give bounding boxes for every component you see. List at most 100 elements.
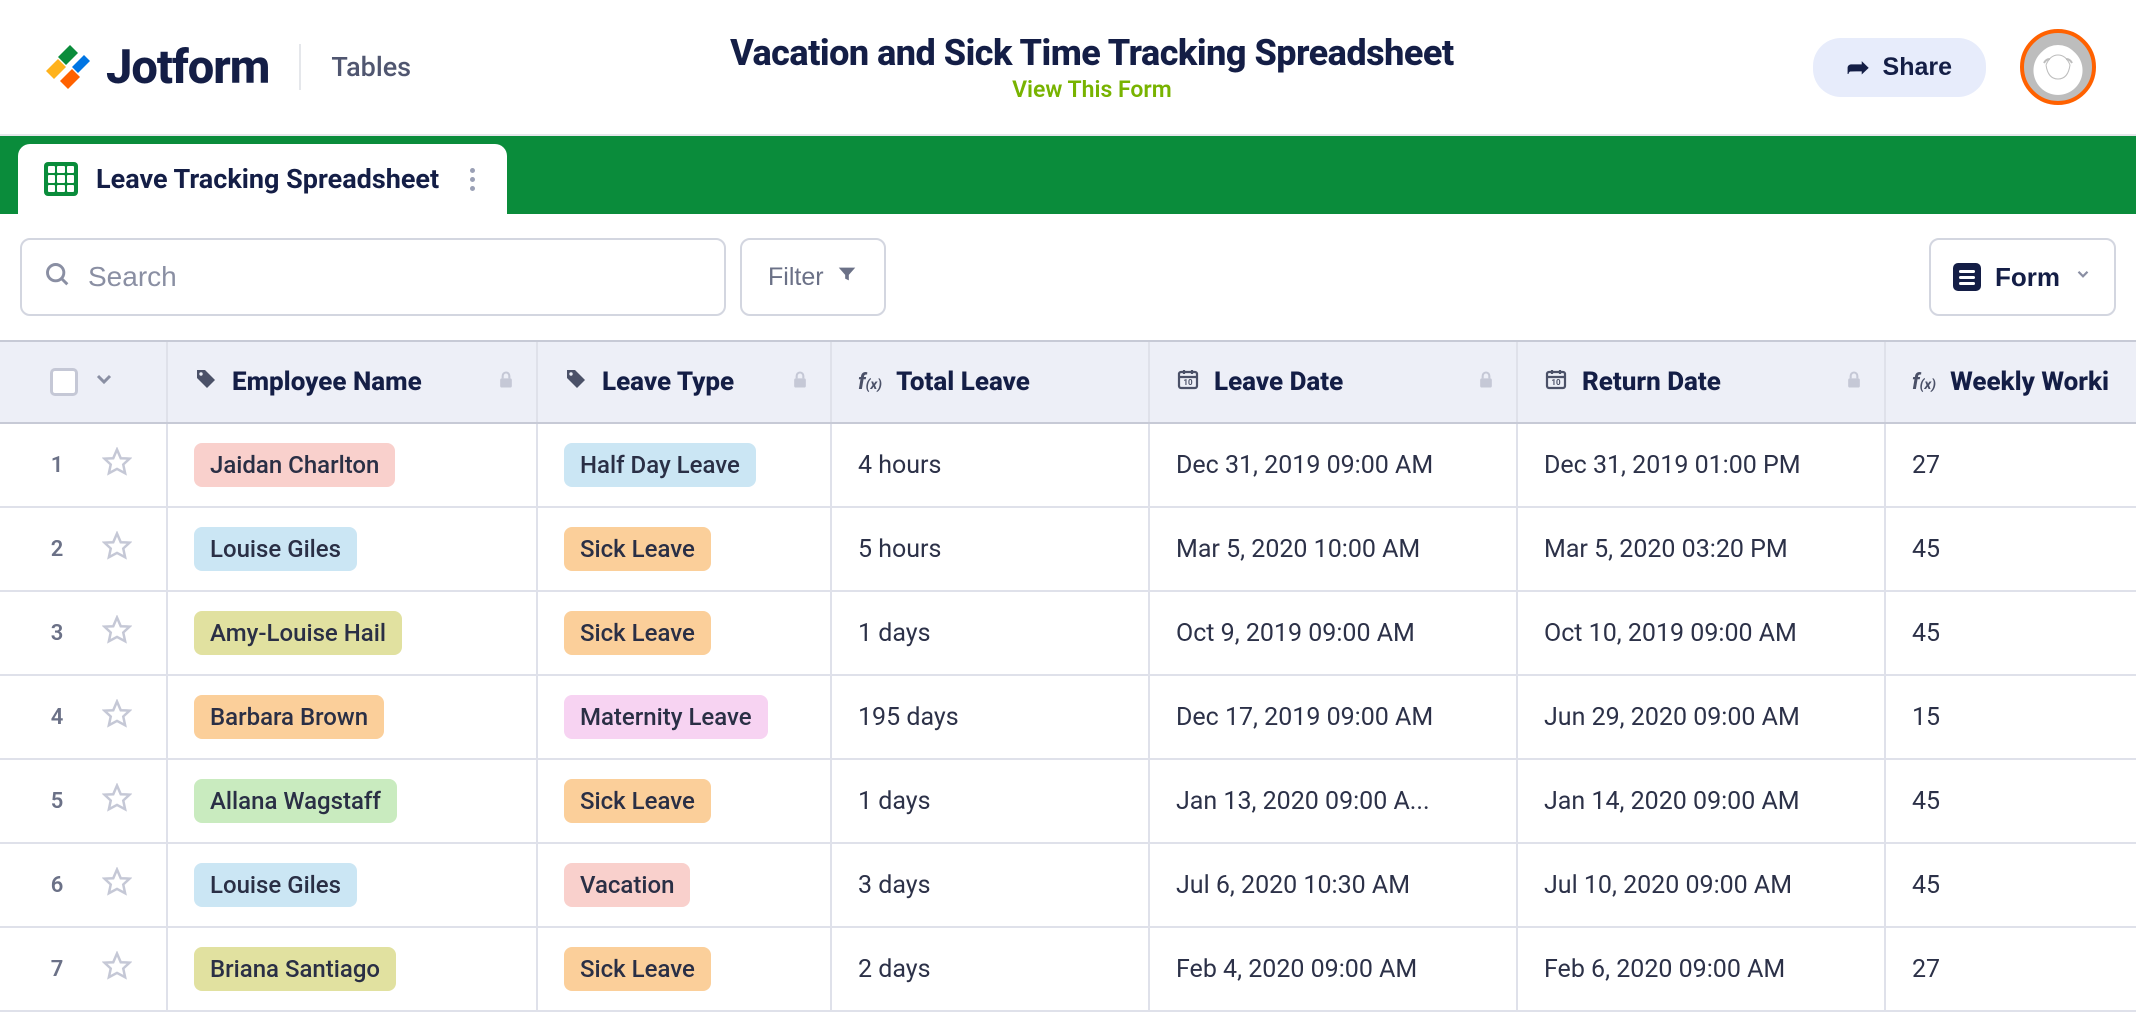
column-employee-name[interactable]: Employee Name [168, 342, 538, 422]
cell-employee[interactable]: Amy-Louise Hail [168, 592, 538, 674]
cell-leave-type[interactable]: Sick Leave [538, 592, 832, 674]
cell-leave-type[interactable]: Sick Leave [538, 928, 832, 1010]
cell-total-leave[interactable]: 1 days [832, 760, 1150, 842]
column-total-leave[interactable]: f(x) Total Leave [832, 342, 1150, 422]
star-icon[interactable] [102, 783, 132, 820]
row-gutter: 7 [0, 928, 168, 1010]
form-icon [1953, 263, 1981, 291]
cell-total-leave[interactable]: 4 hours [832, 424, 1150, 506]
table-row[interactable]: 7 Briana Santiago Sick Leave 2 daysFeb 4, 2… [0, 928, 2136, 1012]
cell-leave-date[interactable]: Jan 13, 2020 09:00 A... [1150, 760, 1518, 842]
filter-button[interactable]: Filter [740, 238, 886, 316]
table-row[interactable]: 5Allana WagstaffSick Leave1 daysJan 13, … [0, 760, 2136, 844]
column-leave-type[interactable]: Leave Type [538, 342, 832, 422]
cell-return-date[interactable]: Feb 6, 2020 09:00 AM [1518, 928, 1886, 1010]
star-icon[interactable] [102, 951, 132, 988]
cell-return-date[interactable]: Jun 29, 2020 09:00 AM [1518, 676, 1886, 758]
row-gutter: 4 [0, 676, 168, 758]
cell-employee[interactable]: Allana Wagstaff [168, 760, 538, 842]
leave-type-tag: Maternity Leave [564, 695, 768, 739]
view-form-link[interactable]: View This Form [1012, 76, 1172, 103]
cell-leave-date[interactable]: Mar 5, 2020 10:00 AM [1150, 508, 1518, 590]
cell-return-date[interactable]: Jan 14, 2020 09:00 AM [1518, 760, 1886, 842]
cell-leave-date[interactable]: Feb 4, 2020 09:00 AM [1150, 928, 1518, 1010]
cell-weekly[interactable]: 45 [1886, 592, 2136, 674]
table-row[interactable]: 2Louise GilesSick Leave5 hoursMar 5, 202… [0, 508, 2136, 592]
function-icon: f(x) [858, 370, 882, 395]
tab-leave-tracking[interactable]: Leave Tracking Spreadsheet [18, 144, 507, 214]
search-box[interactable] [20, 238, 726, 316]
table-row[interactable]: 6 Louise Giles Vacation3 daysJul 6, 2020 1… [0, 844, 2136, 928]
cell-total-leave[interactable]: 3 days [832, 844, 1150, 926]
row-gutter: 5 [0, 760, 168, 842]
page-title: Vacation and Sick Time Tracking Spreadsh… [730, 32, 1454, 74]
cell-total-leave[interactable]: 1 days [832, 592, 1150, 674]
row-number: 6 [34, 873, 80, 898]
employee-tag: Barbara Brown [194, 695, 384, 739]
cell-weekly[interactable]: 27 [1886, 424, 2136, 506]
cell-weekly[interactable]: 15 [1886, 676, 2136, 758]
avatar[interactable] [2020, 29, 2096, 105]
star-icon[interactable] [102, 531, 132, 568]
chevron-down-icon [2074, 265, 2092, 289]
cell-leave-type[interactable]: Maternity Leave [538, 676, 832, 758]
cell-employee[interactable]: Briana Santiago [168, 928, 538, 1010]
cell-return-date[interactable]: Jul 10, 2020 09:00 AM [1518, 844, 1886, 926]
cell-leave-type[interactable]: Sick Leave [538, 508, 832, 590]
row-number: 2 [34, 537, 80, 562]
cell-total-leave[interactable]: 5 hours [832, 508, 1150, 590]
data-table: Employee Name Leave Type f(x) Total Leav… [0, 340, 2136, 1012]
lock-icon [496, 367, 516, 397]
cell-leave-type[interactable]: Half Day Leave [538, 424, 832, 506]
cell-employee[interactable]: Louise Giles [168, 508, 538, 590]
cell-employee[interactable]: Barbara Brown [168, 676, 538, 758]
cell-return-date[interactable]: Dec 31, 2019 01:00 PM [1518, 424, 1886, 506]
column-return-date[interactable]: 10 Return Date [1518, 342, 1886, 422]
cell-leave-type[interactable]: Vacation [538, 844, 832, 926]
cell-total-leave[interactable]: 195 days [832, 676, 1150, 758]
column-weekly-working[interactable]: f(x) Weekly Worki [1886, 342, 2136, 422]
lock-icon [1476, 367, 1496, 397]
cell-weekly[interactable]: 45 [1886, 760, 2136, 842]
cell-total-leave[interactable]: 2 days [832, 928, 1150, 1010]
search-icon [44, 261, 72, 293]
column-leave-date[interactable]: 10 Leave Date [1150, 342, 1518, 422]
cell-leave-date[interactable]: Dec 31, 2019 09:00 AM [1150, 424, 1518, 506]
cell-leave-date[interactable]: Dec 17, 2019 09:00 AM [1150, 676, 1518, 758]
lock-icon [1844, 367, 1864, 397]
cell-weekly[interactable]: 45 [1886, 508, 2136, 590]
cell-weekly[interactable]: 45 [1886, 844, 2136, 926]
cell-leave-type[interactable]: Sick Leave [538, 760, 832, 842]
employee-tag: Louise Giles [194, 863, 357, 907]
cell-weekly[interactable]: 27 [1886, 928, 2136, 1010]
cell-leave-date[interactable]: Jul 6, 2020 10:30 AM [1150, 844, 1518, 926]
cell-leave-date[interactable]: Oct 9, 2019 09:00 AM [1150, 592, 1518, 674]
tab-bar: Leave Tracking Spreadsheet [0, 136, 2136, 214]
leave-type-tag: Sick Leave [564, 527, 711, 571]
table-row[interactable]: 3 Amy-Louise HailSick Leave1 daysOct 9, 2… [0, 592, 2136, 676]
cell-employee[interactable]: Jaidan Charlton [168, 424, 538, 506]
star-icon[interactable] [102, 867, 132, 904]
select-all-checkbox[interactable] [50, 368, 78, 396]
table-row[interactable]: 4 Barbara Brown Maternity Leave 195 daysDec… [0, 676, 2136, 760]
tab-menu-button[interactable] [457, 168, 481, 191]
cell-return-date[interactable]: Oct 10, 2019 09:00 AM [1518, 592, 1886, 674]
search-input[interactable] [88, 261, 702, 293]
chevron-down-icon[interactable] [92, 367, 116, 398]
brand-logo[interactable]: Jotform [40, 40, 269, 95]
table-row[interactable]: 1Jaidan CharltonHalf Day Leave4 hoursDec… [0, 424, 2136, 508]
share-label: Share [1883, 53, 1952, 82]
function-icon: f(x) [1912, 370, 1936, 395]
row-number: 3 [34, 621, 80, 646]
star-icon[interactable] [102, 615, 132, 652]
form-button[interactable]: Form [1929, 238, 2116, 316]
star-icon[interactable] [102, 699, 132, 736]
employee-tag: Briana Santiago [194, 947, 396, 991]
share-button[interactable]: ➦ Share [1813, 38, 1986, 97]
svg-text:10: 10 [1551, 378, 1561, 387]
star-icon[interactable] [102, 447, 132, 484]
cell-return-date[interactable]: Mar 5, 2020 03:20 PM [1518, 508, 1886, 590]
leave-type-tag: Sick Leave [564, 947, 711, 991]
cell-employee[interactable]: Louise Giles [168, 844, 538, 926]
row-gutter: 1 [0, 424, 168, 506]
